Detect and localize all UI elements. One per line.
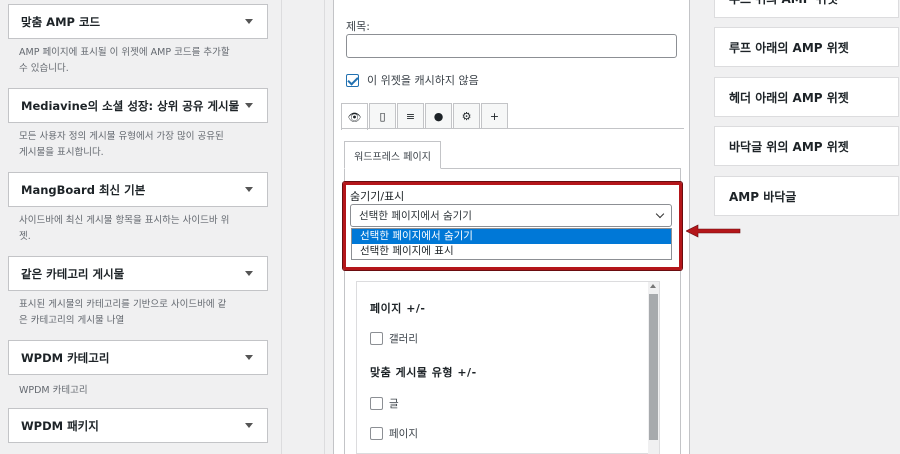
visibility-select-value: 선택한 페이지에서 숨기기 (359, 210, 472, 222)
checkbox[interactable] (370, 397, 383, 410)
widget-title-label: MangBoard 최신 기본 (21, 182, 146, 197)
visibility-option[interactable]: 선택한 페이지에서 숨기기 (352, 229, 671, 244)
widget-wpdm-category[interactable]: WPDM 카테고리 (8, 340, 268, 375)
widget-title-label: 같은 카테고리 게시물 (21, 266, 125, 281)
user-icon[interactable]: ● (425, 103, 452, 129)
eye-icon[interactable]: 👁 (341, 103, 368, 130)
checklist-item-gallery[interactable]: 갤러리 (370, 331, 418, 346)
visibility-icon-tabs: 👁 ▯ ≡ ● ⚙ + (341, 103, 509, 130)
cache-checkbox-label: 이 위젯을 캐시하지 않음 (367, 74, 479, 87)
column-divider (324, 0, 325, 454)
checklist-item-post[interactable]: 글 (370, 396, 399, 411)
widget-description: 사이드바에 최신 게시물 항목을 표시하는 사이드바 위 젯. (19, 213, 269, 245)
tabs-divider (341, 128, 684, 129)
title-label: 제목: (346, 20, 370, 33)
widget-description-line: WPDM 카테고리 (19, 385, 88, 396)
widget-custom-amp-code[interactable]: 맞춤 AMP 코드 (8, 4, 268, 39)
widget-description-line: 은 카테고리의 게시물 나열 (19, 315, 125, 326)
checkbox[interactable] (370, 427, 383, 440)
checklist-item-label: 갤러리 (389, 333, 418, 345)
widget-area-below-header[interactable]: 헤더 아래의 AMP 위젯 (714, 77, 899, 117)
checklist-item-page[interactable]: 페이지 (370, 426, 418, 441)
widget-area-amp-footer[interactable]: AMP 바닥글 (714, 176, 899, 216)
visibility-options-list: 선택한 페이지에서 숨기기 선택한 페이지에 표시 (351, 228, 672, 260)
widget-description: AMP 페이지에 표시될 이 위젯에 AMP 코드를 추가할 수 있습니다. (19, 45, 269, 77)
widget-title-label: Mediavine의 소셜 성장: 상위 공유 게시물 (21, 98, 240, 113)
scroll-up-icon[interactable] (650, 284, 656, 288)
expand-arrow-icon[interactable] (245, 19, 253, 24)
align-icon[interactable]: ≡ (397, 103, 424, 129)
widget-description-line: 표시된 게시물의 카테고리를 기반으로 사이드바에 같 (19, 299, 227, 310)
align-icon-glyph: ≡ (405, 110, 416, 123)
widget-title-label: WPDM 카테고리 (21, 350, 110, 365)
widget-area-below-loop[interactable]: 루프 아래의 AMP 위젯 (714, 27, 899, 67)
expand-arrow-icon[interactable] (245, 187, 253, 192)
checkbox[interactable] (370, 332, 383, 345)
tab-wordpress-pages[interactable]: 워드프레스 페이지 (344, 141, 441, 169)
checklist-item-label: 글 (389, 398, 399, 410)
widget-description-line: 모든 사용자 정의 게시물 유형에서 가장 많이 공유된 (19, 131, 224, 142)
expand-arrow-icon[interactable] (245, 103, 253, 108)
mobile-icon-glyph: ▯ (379, 110, 386, 123)
plus-icon-glyph: + (489, 110, 500, 123)
visibility-select[interactable]: 선택한 페이지에서 숨기기 (350, 204, 672, 227)
expand-arrow-icon[interactable] (245, 355, 253, 360)
mobile-icon[interactable]: ▯ (369, 103, 396, 129)
widget-description-line: AMP 페이지에 표시될 이 위젯에 AMP 코드를 추가할 (19, 47, 230, 58)
visibility-label: 숨기기/표시 (350, 190, 405, 203)
widget-area-above-footer[interactable]: 바닥글 위의 AMP 위젯 (714, 126, 899, 166)
widget-description: WPDM 카테고리 (19, 383, 269, 399)
widget-description-line: 수 있습니다. (19, 63, 69, 74)
pointer-arrow-icon (686, 224, 741, 238)
widget-mediavine-top-shared[interactable]: Mediavine의 소셜 성장: 상위 공유 게시물 (8, 88, 268, 123)
title-input[interactable] (346, 34, 677, 58)
cache-checkbox[interactable] (346, 73, 359, 87)
user-icon-glyph: ● (433, 110, 444, 123)
widget-same-category-posts[interactable]: 같은 카테고리 게시물 (8, 256, 268, 291)
widget-title-label: WPDM 패키지 (21, 418, 99, 433)
widget-description-line: 사이드바에 최신 게시물 항목을 표시하는 사이드바 위 (19, 215, 230, 226)
chevron-down-icon (655, 209, 665, 219)
gear-icon[interactable]: ⚙ (453, 103, 480, 129)
widget-title-label: 맞춤 AMP 코드 (21, 14, 101, 29)
post-types-heading[interactable]: 맞춤 게시물 유형 +/- (370, 364, 477, 380)
scrollbar-thumb[interactable] (649, 294, 658, 440)
expand-arrow-icon[interactable] (245, 271, 253, 276)
widget-description: 모든 사용자 정의 게시물 유형에서 가장 많이 공유된 게시물을 표시합니다. (19, 129, 269, 161)
gear-icon-glyph: ⚙ (461, 110, 472, 123)
available-widgets-column: 맞춤 AMP 코드 AMP 페이지에 표시될 이 위젯에 AMP 코드를 추가할… (0, 0, 280, 454)
eye-icon-glyph: 👁 (347, 110, 362, 124)
widget-wpdm-package[interactable]: WPDM 패키지 (8, 408, 268, 443)
column-divider (281, 0, 282, 454)
widget-mangboard-latest[interactable]: MangBoard 최신 기본 (8, 172, 268, 207)
widget-area-above-loop[interactable]: 루프 위의 AMP 위젯 (714, 0, 899, 18)
widget-description-line: 게시물을 표시합니다. (19, 147, 104, 158)
expand-arrow-icon[interactable] (245, 423, 253, 428)
plus-icon[interactable]: + (481, 103, 508, 129)
checklist-item-label: 페이지 (389, 428, 418, 440)
widget-description-line: 젯. (19, 231, 31, 242)
widget-description: 표시된 게시물의 카테고리를 기반으로 사이드바에 같 은 카테고리의 게시물 … (19, 297, 269, 329)
pages-heading[interactable]: 페이지 +/- (370, 300, 426, 316)
cache-option-row[interactable]: 이 위젯을 캐시하지 않음 (346, 72, 479, 88)
visibility-option[interactable]: 선택한 페이지에 표시 (352, 244, 671, 259)
